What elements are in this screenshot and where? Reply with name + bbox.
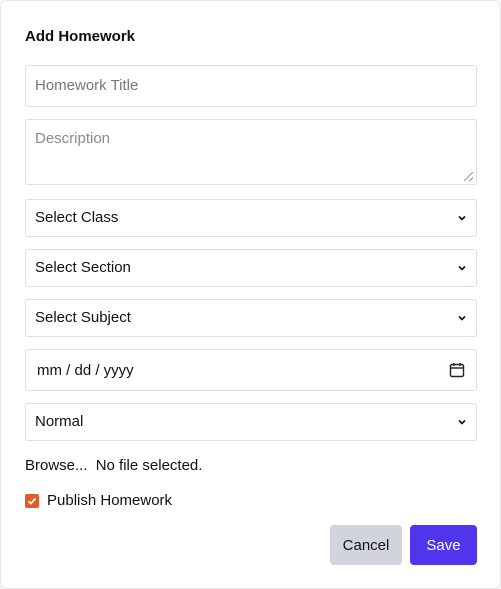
chevron-down-icon xyxy=(458,315,466,321)
subject-select[interactable]: Select Subject xyxy=(25,299,477,337)
modal-title: Add Homework xyxy=(25,28,136,45)
due-date-input[interactable]: mm / dd / yyyy xyxy=(25,349,477,391)
date-placeholder: mm / dd / yyyy xyxy=(37,361,134,379)
class-select-value: Select Class xyxy=(35,209,119,226)
cancel-button[interactable]: Cancel xyxy=(330,525,402,565)
file-status: No file selected. xyxy=(95,457,203,474)
section-select[interactable]: Select Section xyxy=(25,249,477,287)
section-select-value: Select Section xyxy=(35,259,131,276)
priority-select-value: Normal xyxy=(35,413,84,430)
chevron-down-icon xyxy=(458,215,466,221)
homework-title-placeholder: Homework Title xyxy=(35,77,139,94)
class-select[interactable]: Select Class xyxy=(25,199,477,237)
description-placeholder: Description xyxy=(35,130,111,147)
add-homework-modal: Add Homework Homework Title Description … xyxy=(0,0,501,589)
publish-checkbox[interactable] xyxy=(25,493,39,508)
priority-select[interactable]: Normal xyxy=(25,403,477,441)
publish-label: Publish Homework xyxy=(47,492,173,509)
chevron-down-icon xyxy=(458,419,466,425)
save-button[interactable]: Save xyxy=(410,525,477,565)
calendar-icon[interactable] xyxy=(449,362,465,378)
file-input: Browse... No file selected. xyxy=(25,457,202,474)
description-textarea[interactable]: Description xyxy=(25,119,477,185)
chevron-down-icon xyxy=(458,265,466,271)
browse-button[interactable]: Browse... xyxy=(25,457,88,474)
resize-grip-icon[interactable] xyxy=(464,172,473,181)
subject-select-value: Select Subject xyxy=(35,309,131,326)
checkmark-icon xyxy=(27,497,37,505)
publish-homework-row[interactable]: Publish Homework xyxy=(25,492,172,509)
homework-title-input[interactable]: Homework Title xyxy=(25,65,477,107)
